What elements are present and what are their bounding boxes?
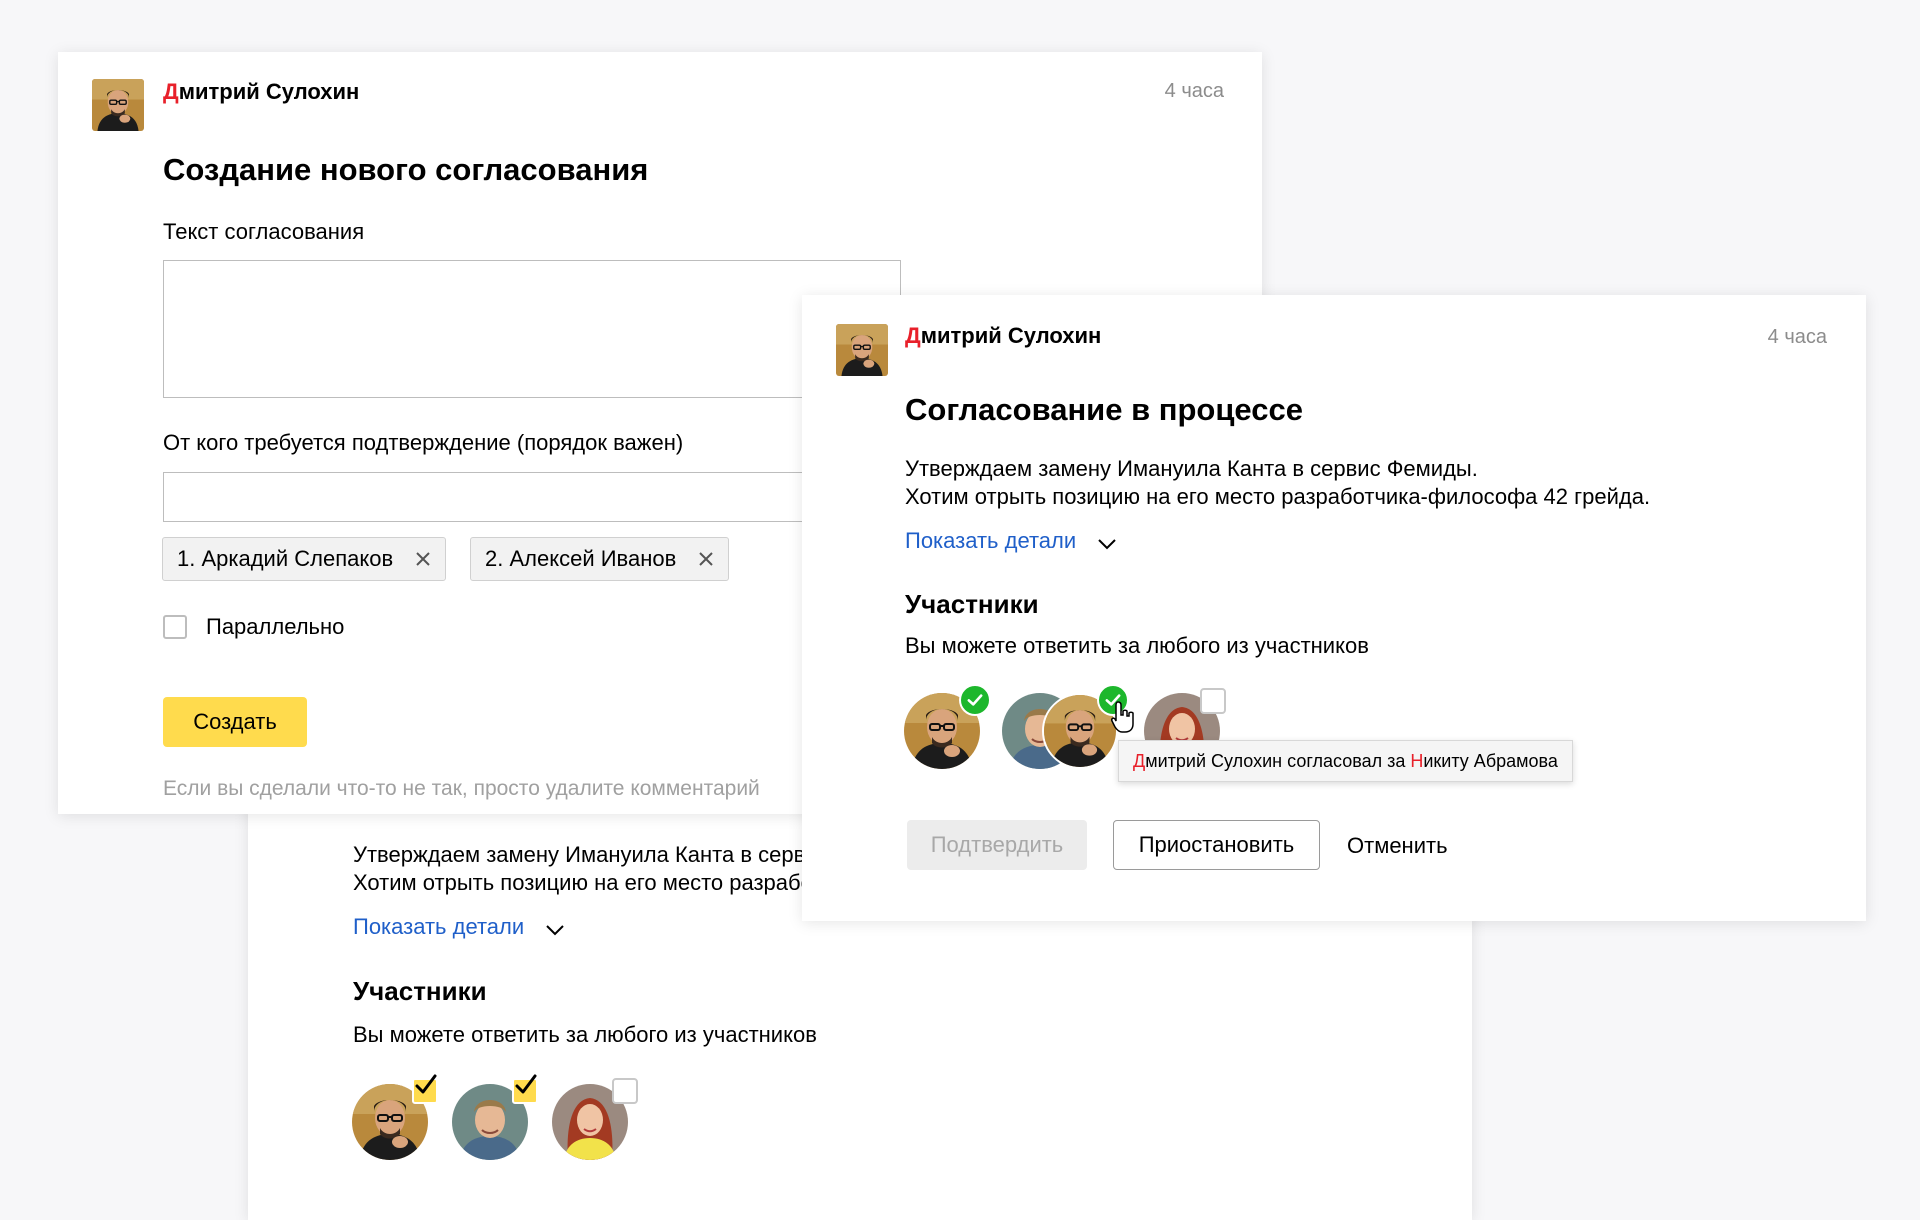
tooltip-whom-rest: икиту Абрамова: [1423, 751, 1558, 771]
footer-hint: Если вы сделали что-то не так, просто уд…: [163, 777, 760, 800]
close-icon[interactable]: [698, 539, 714, 581]
close-icon[interactable]: [415, 539, 431, 581]
author-name-first-letter: Д: [905, 323, 921, 348]
author-avatar[interactable]: [92, 79, 144, 131]
show-details-label: Показать детали: [905, 528, 1077, 553]
author-name[interactable]: Дмитрий Сулохин: [163, 79, 359, 105]
process-approval-card: Дмитрий Сулохин 4 часа Согласование в пр…: [802, 295, 1866, 921]
back-show-details-link[interactable]: Показать детали: [353, 914, 565, 940]
person-avatar-icon: [92, 79, 144, 131]
page-title: Согласование в процессе: [905, 392, 1303, 427]
pending-checkbox[interactable]: [1200, 688, 1226, 714]
confirm-button[interactable]: Подтвердить: [907, 820, 1087, 870]
approval-text-line2: Хотим отрыть позицию на его место разраб…: [905, 484, 1651, 509]
chevron-down-icon: [1097, 539, 1116, 550]
author-avatar[interactable]: [836, 324, 888, 376]
create-button[interactable]: Создать: [163, 697, 307, 747]
pause-button[interactable]: Приостановить: [1113, 820, 1320, 870]
tooltip-whom-first-letter: Н: [1410, 751, 1424, 771]
author-name-rest: митрий Сулохин: [178, 79, 360, 104]
check-icon: [512, 1074, 538, 1100]
tooltip-middle: согласовал за: [1282, 751, 1411, 771]
person-avatar-icon: [836, 324, 888, 376]
back-participants-title: Участники: [353, 976, 487, 1006]
approval-text-line1: Утверждаем замену Имануила Канта в серви…: [905, 456, 1478, 481]
page-title: Создание нового согласования: [163, 152, 649, 187]
parallel-label: Параллельно: [206, 614, 345, 639]
approved-checkbox[interactable]: [412, 1078, 438, 1104]
approver-chip: 1. Аркадий Слепаков: [162, 537, 447, 581]
back-participants-hint: Вы можете ответить за любого из участник…: [353, 1022, 817, 1047]
proxy-approval-tooltip: Дмитрий Сулохин согласовал за Никиту Абр…: [1118, 740, 1573, 782]
participants-hint: Вы можете ответить за любого из участник…: [905, 633, 1369, 658]
author-name[interactable]: Дмитрий Сулохин: [905, 323, 1101, 349]
cancel-button[interactable]: Отменить: [1347, 833, 1448, 859]
post-time: 4 часа: [1767, 326, 1827, 348]
approver-chip-label: 2. Алексей Иванов: [485, 546, 677, 571]
check-icon: [412, 1074, 438, 1100]
approver-chip: 2. Алексей Иванов: [470, 537, 730, 581]
approvers-input[interactable]: [163, 472, 901, 522]
chevron-down-icon: [545, 925, 564, 936]
approved-checkbox[interactable]: [512, 1078, 538, 1104]
approvers-field-label: От кого требуется подтверждение (порядок…: [163, 430, 684, 455]
author-name-rest: митрий Сулохин: [920, 323, 1102, 348]
approved-check-icon: [959, 684, 991, 716]
approval-text-input[interactable]: [163, 260, 901, 398]
hand-cursor-icon: [1111, 701, 1134, 733]
approver-chip-label: 1. Аркадий Слепаков: [177, 546, 394, 571]
author-name-first-letter: Д: [163, 79, 179, 104]
show-details-link[interactable]: Показать детали: [905, 528, 1117, 554]
post-time: 4 часа: [1164, 80, 1224, 102]
tooltip-who-rest: митрий Сулохин: [1145, 751, 1283, 771]
participants-title: Участники: [905, 589, 1039, 619]
back-show-details-label: Показать детали: [353, 914, 525, 939]
text-field-label: Текст согласования: [163, 219, 365, 244]
parallel-checkbox[interactable]: [163, 615, 187, 639]
tooltip-who-first-letter: Д: [1133, 751, 1146, 771]
pending-checkbox[interactable]: [612, 1078, 638, 1104]
